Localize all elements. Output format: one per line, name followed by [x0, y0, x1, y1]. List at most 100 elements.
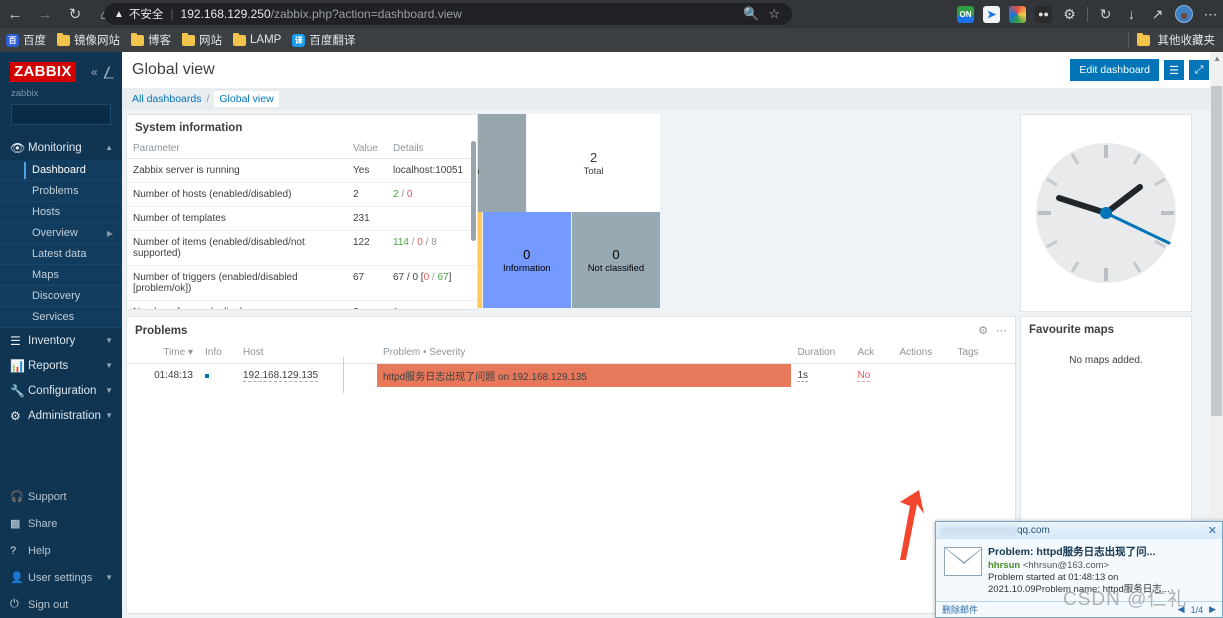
- sidebar-item-inventory[interactable]: ☰ Inventory ▼: [0, 328, 122, 353]
- favourite-maps-empty: No maps added.: [1069, 355, 1143, 366]
- next-arrow-icon[interactable]: ▶: [1209, 604, 1216, 615]
- column-problem-severity[interactable]: Problem • Severity: [377, 342, 792, 364]
- sidebar-item-user-settings[interactable]: 👤 User settings ▼: [0, 564, 122, 591]
- ellipsis-icon[interactable]: ⋯: [996, 324, 1007, 337]
- back-icon[interactable]: ←: [0, 0, 30, 28]
- severity-tile[interactable]: 0 Information: [482, 212, 571, 308]
- page-scrollbar-thumb[interactable]: [1211, 86, 1222, 416]
- sysinfo-details: [387, 206, 477, 231]
- hamburger-menu-icon[interactable]: ☰: [1164, 60, 1184, 80]
- zoom-out-icon[interactable]: 🔍: [743, 6, 759, 22]
- sidebar-item-hosts[interactable]: Hosts: [0, 202, 122, 223]
- table-row: Number of items (enabled/disabled/not su…: [127, 230, 477, 266]
- chevron-right-icon[interactable]: ▶: [107, 229, 113, 238]
- bookmark-blog[interactable]: 博客: [131, 32, 171, 48]
- gear-icon[interactable]: ⚙: [978, 324, 988, 337]
- sidebar-item-overview[interactable]: Overview ▶: [0, 223, 122, 244]
- problem-duration-value[interactable]: 1s: [797, 370, 808, 382]
- chevron-down-icon[interactable]: ▼: [105, 336, 113, 345]
- chevron-down-icon[interactable]: ▼: [105, 411, 113, 420]
- problem-name-cell[interactable]: httpd服务日志出现了问题 on 192.168.129.135: [377, 363, 792, 387]
- sidebar-item-discovery[interactable]: Discovery: [0, 286, 122, 307]
- sidebar-item-label: Monitoring: [28, 141, 82, 154]
- sidebar-item-monitoring[interactable]: 👁 Monitoring ▲: [0, 135, 122, 160]
- address-bar[interactable]: ▲ 不安全 | 192.168.129.250/zabbix.php?actio…: [104, 3, 792, 25]
- problem-host[interactable]: 192.168.129.135: [237, 364, 377, 388]
- search-box[interactable]: 🔍: [11, 104, 122, 125]
- problem-time[interactable]: 01:48:13: [127, 364, 199, 388]
- sidebar-item-reports[interactable]: 📊 Reports ▼: [0, 353, 122, 378]
- column-time[interactable]: Time ▾: [127, 342, 199, 364]
- close-icon[interactable]: ✕: [1208, 524, 1217, 537]
- bookmark-label: 镜像网站: [74, 35, 120, 47]
- reload-icon[interactable]: ↻: [60, 0, 90, 28]
- bookmark-website[interactable]: 网站: [182, 32, 222, 48]
- profile-avatar-icon[interactable]: [1175, 5, 1193, 23]
- sysinfo-detail-part: 1: [393, 307, 399, 309]
- add-favorite-icon[interactable]: ☆: [768, 6, 780, 22]
- sidebar-item-administration[interactable]: ⚙ Administration ▼: [0, 403, 122, 428]
- column-actions[interactable]: Actions: [893, 342, 952, 364]
- share-icon[interactable]: ↗: [1149, 6, 1166, 23]
- edit-dashboard-button[interactable]: Edit dashboard: [1070, 59, 1159, 81]
- column-host[interactable]: Host: [237, 342, 377, 364]
- scroll-up-icon[interactable]: ▲: [1213, 54, 1221, 63]
- breadcrumb-current[interactable]: Global view: [214, 91, 279, 107]
- bookmark-mirror-sites[interactable]: 镜像网站: [57, 32, 120, 48]
- email-subject[interactable]: Problem: httpd服务日志出现了问...: [988, 544, 1216, 559]
- sidebar-item-services[interactable]: Services: [0, 307, 122, 328]
- problem-ack-value[interactable]: No: [857, 370, 871, 382]
- sidebar-item-share[interactable]: ▩ Share: [0, 510, 122, 537]
- chevron-down-icon[interactable]: ▼: [105, 573, 113, 582]
- sidebar-item-maps[interactable]: Maps: [0, 265, 122, 286]
- headset-icon: 🎧: [10, 491, 24, 503]
- chevron-up-icon[interactable]: ▲: [105, 143, 113, 152]
- extension-on-icon[interactable]: ON: [957, 5, 974, 23]
- sidebar-item-support[interactable]: 🎧 Support: [0, 483, 122, 510]
- bookmark-lamp[interactable]: LAMP: [233, 32, 281, 46]
- sidebar-search-wrap: 🔍: [0, 104, 122, 135]
- extension-puzzle-icon[interactable]: ⚙: [1061, 6, 1078, 23]
- sidebar-item-configuration[interactable]: 🔧 Configuration ▼: [0, 378, 122, 403]
- problems-widget-tools: ⚙ ⋯: [978, 324, 1007, 337]
- problem-name-link[interactable]: httpd服务日志出现了问题 on 192.168.129.135: [383, 372, 587, 383]
- sidebar-item-problems[interactable]: Problems: [0, 181, 122, 202]
- extension-blue-bird-icon[interactable]: ➤: [983, 5, 1000, 23]
- column-tags[interactable]: Tags: [951, 342, 1015, 364]
- more-settings-icon[interactable]: ⋯: [1202, 6, 1219, 23]
- column-ack[interactable]: Ack: [851, 342, 894, 364]
- column-duration[interactable]: Duration: [791, 342, 852, 364]
- fullscreen-icon[interactable]: ⤢: [1189, 60, 1209, 80]
- bookmark-baidu[interactable]: 百 百度: [6, 32, 46, 48]
- severity-tile[interactable]: 0 Not classified: [571, 212, 661, 308]
- problem-host-link[interactable]: 192.168.129.135: [243, 370, 319, 382]
- sidebar-item-latest-data[interactable]: Latest data: [0, 244, 122, 265]
- column-info[interactable]: Info: [199, 342, 237, 364]
- other-bookmarks-label[interactable]: 其他收藏夹: [1158, 32, 1216, 48]
- chevron-double-left-icon[interactable]: «: [91, 65, 98, 79]
- widget-scrollbar[interactable]: [471, 141, 476, 241]
- extension-colorful-icon[interactable]: [1009, 5, 1026, 23]
- email-sender: hhrsun <hhrsun@163.com>: [988, 560, 1216, 571]
- problem-duration[interactable]: 1s: [791, 364, 851, 388]
- hide-sidebar-icon[interactable]: ⎳: [104, 65, 115, 80]
- host-availability-tile[interactable]: 2 Total: [527, 114, 660, 212]
- forward-icon[interactable]: →: [30, 0, 60, 28]
- history-icon[interactable]: ↻: [1097, 6, 1114, 23]
- zabbix-logo[interactable]: ZABBIX: [10, 62, 76, 82]
- chevron-down-icon[interactable]: ▼: [105, 386, 113, 395]
- sidebar-item-help[interactable]: ? Help: [0, 537, 122, 564]
- sysinfo-parameter: Number of hosts (enabled/disabled): [127, 182, 347, 207]
- sidebar-item-dashboard[interactable]: Dashboard: [0, 160, 122, 181]
- bookmark-baidu-translate[interactable]: 译 百度翻译: [292, 32, 355, 48]
- breadcrumb-all-dashboards[interactable]: All dashboards: [132, 93, 201, 105]
- delete-email-button[interactable]: 删除邮件: [942, 603, 978, 616]
- problem-ack[interactable]: No: [851, 364, 893, 388]
- monitoring-submenu: Dashboard Problems Hosts Overview ▶ Late…: [0, 160, 122, 328]
- chevron-down-icon[interactable]: ▼: [105, 361, 113, 370]
- table-row[interactable]: 01:48:13 192.168.129.135 httpd服务日志出现了问题 on…: [127, 363, 1015, 388]
- search-input[interactable]: [18, 109, 122, 120]
- downloads-icon[interactable]: ↓: [1123, 6, 1140, 22]
- extension-dark-icon[interactable]: ●●: [1035, 5, 1052, 23]
- sidebar-item-sign-out[interactable]: ⏻ Sign out: [0, 591, 122, 618]
